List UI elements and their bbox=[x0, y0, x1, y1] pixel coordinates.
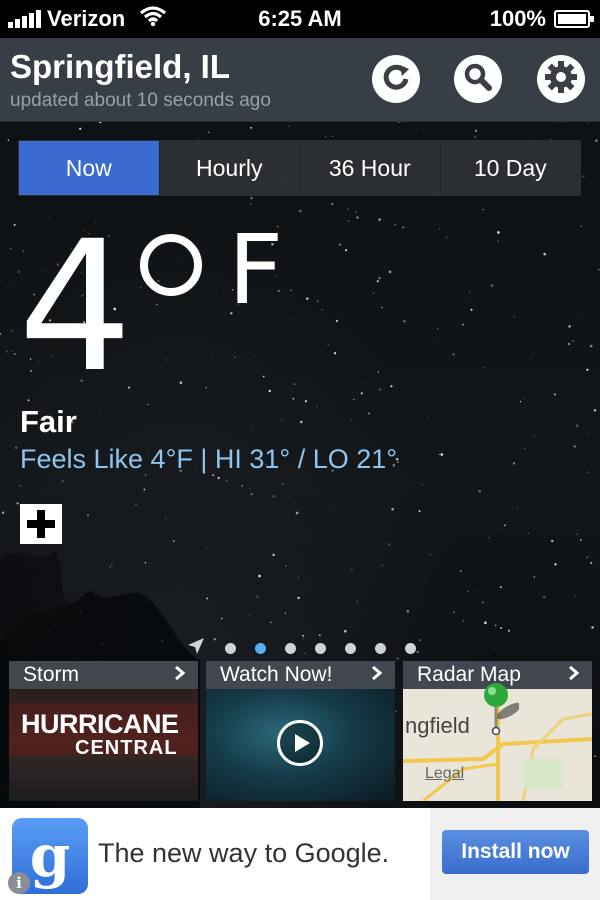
radar-map-card[interactable]: Radar Map ngfield Legal bbox=[403, 661, 592, 801]
play-button[interactable] bbox=[277, 720, 323, 766]
location-arrow-icon[interactable] bbox=[186, 636, 206, 661]
page-dot[interactable] bbox=[375, 643, 386, 654]
hurricane-central-image: HURRICANE CENTRAL bbox=[9, 689, 198, 801]
chevron-right-icon bbox=[174, 663, 186, 687]
updated-timestamp: updated about 10 seconds ago bbox=[10, 90, 271, 111]
tab-hourly[interactable]: Hourly bbox=[159, 141, 300, 195]
temperature-unit: F bbox=[228, 214, 284, 326]
storm-card-title: Storm bbox=[23, 663, 80, 686]
page-dot-active[interactable] bbox=[255, 643, 266, 654]
radar-map-thumbnail: ngfield Legal bbox=[403, 683, 592, 801]
city-name[interactable]: Springfield, IL bbox=[10, 48, 230, 86]
wifi-icon bbox=[139, 5, 167, 33]
location-header: Springfield, IL updated about 10 seconds… bbox=[0, 38, 600, 122]
watch-now-card[interactable]: Watch Now! bbox=[206, 661, 395, 801]
watch-now-title: Watch Now! bbox=[220, 663, 333, 686]
status-bar: Verizon 6:25 AM 100% bbox=[0, 0, 600, 38]
condition-text: Fair bbox=[20, 404, 77, 439]
settings-button[interactable] bbox=[537, 55, 585, 103]
signal-icon bbox=[8, 10, 41, 28]
degree-symbol bbox=[140, 234, 202, 296]
battery-percent: 100% bbox=[489, 6, 546, 31]
tab-10-day[interactable]: 10 Day bbox=[440, 141, 580, 195]
map-city-label: ngfield bbox=[405, 713, 470, 738]
feels-like-hi-lo: Feels Like 4°F | HI 31° / LO 21° bbox=[20, 444, 398, 474]
tab-36-hour[interactable]: 36 Hour bbox=[300, 141, 441, 195]
page-dot[interactable] bbox=[285, 643, 296, 654]
map-legal-link[interactable]: Legal bbox=[425, 765, 464, 783]
refresh-button[interactable] bbox=[372, 55, 420, 103]
gear-icon bbox=[543, 59, 579, 100]
ad-text: The new way to Google. bbox=[98, 838, 390, 868]
page-dot[interactable] bbox=[405, 643, 416, 654]
carrier-label: Verizon bbox=[47, 6, 126, 31]
expand-details-button[interactable] bbox=[20, 504, 62, 544]
refresh-icon bbox=[380, 61, 412, 98]
hurricane-text: HURRICANE bbox=[21, 709, 179, 739]
current-temperature: 4 bbox=[18, 203, 133, 412]
ad-info-icon[interactable]: i bbox=[8, 872, 30, 894]
page-dot[interactable] bbox=[225, 643, 236, 654]
central-text: CENTRAL bbox=[75, 737, 178, 759]
page-indicator bbox=[186, 636, 416, 661]
chevron-right-icon bbox=[371, 663, 383, 687]
video-thumbnail bbox=[206, 689, 395, 801]
chevron-right-icon bbox=[568, 663, 580, 687]
battery-icon bbox=[554, 10, 594, 28]
tab-now[interactable]: Now bbox=[19, 141, 160, 195]
page-dot[interactable] bbox=[315, 643, 326, 654]
search-icon bbox=[462, 61, 494, 98]
search-button[interactable] bbox=[454, 55, 502, 103]
forecast-tabs: Now Hourly 36 Hour 10 Day bbox=[18, 140, 581, 196]
storm-card[interactable]: Storm HURRICANE CENTRAL bbox=[9, 661, 198, 801]
page-dot[interactable] bbox=[345, 643, 356, 654]
install-now-button[interactable]: Install now bbox=[442, 830, 589, 874]
